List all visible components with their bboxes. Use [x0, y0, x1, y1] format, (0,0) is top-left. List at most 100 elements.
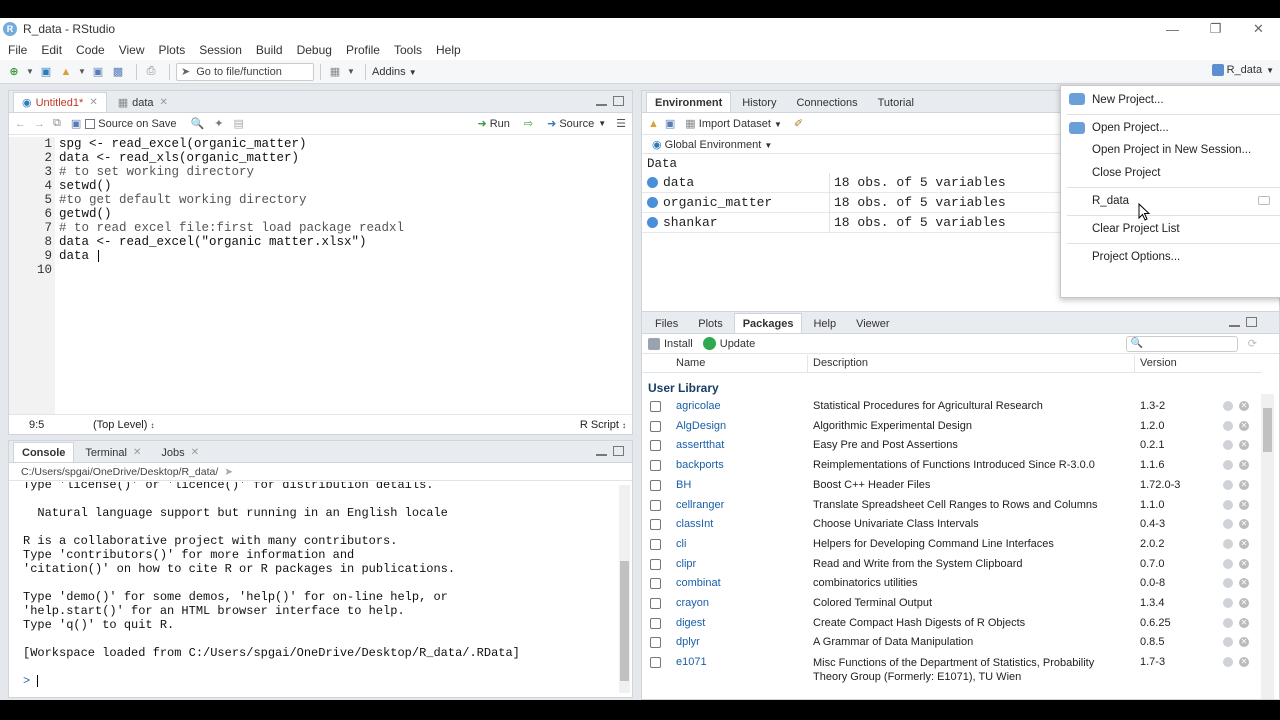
project-menu-button[interactable]: R_data ▼ — [1211, 64, 1274, 76]
menu-build[interactable]: Build — [256, 43, 283, 57]
package-load-checkbox[interactable] — [650, 440, 661, 452]
website-icon[interactable] — [1223, 598, 1233, 608]
website-icon[interactable] — [1223, 558, 1233, 569]
menu-help[interactable]: Help — [436, 43, 461, 57]
tab-viewer[interactable]: Viewer — [847, 313, 898, 333]
forward-arrow-icon[interactable]: → — [34, 118, 45, 130]
expand-icon[interactable] — [647, 177, 658, 188]
run-button[interactable]: ➜ Run — [478, 117, 510, 131]
menu-debug[interactable]: Debug — [297, 43, 332, 57]
new-project-icon[interactable]: ▣ — [38, 64, 54, 80]
package-load-checkbox[interactable] — [650, 499, 661, 511]
document-outline-icon[interactable]: ☰ — [616, 117, 626, 130]
dropdown-arrow-icon[interactable]: ▼ — [78, 64, 86, 80]
remove-package-icon[interactable]: ✕ — [1239, 558, 1249, 569]
load-workspace-icon[interactable]: ▲ — [648, 118, 659, 130]
expand-icon[interactable] — [647, 197, 658, 208]
remove-package-icon[interactable]: ✕ — [1239, 440, 1249, 451]
show-in-window-icon[interactable]: ⧉ — [53, 117, 61, 130]
save-icon[interactable]: ▣ — [90, 64, 106, 80]
menu-item-close-project[interactable]: Close Project — [1092, 167, 1160, 179]
menu-code[interactable]: Code — [76, 43, 105, 57]
menu-item-open-project-new-session[interactable]: Open Project in New Session... — [1092, 144, 1251, 156]
tab-plots[interactable]: Plots — [689, 313, 731, 333]
menu-tools[interactable]: Tools — [394, 43, 422, 57]
working-directory-path[interactable]: C:/Users/spgai/OneDrive/Desktop/R_data/ … — [9, 463, 632, 481]
console-output[interactable]: Type 'license()' or 'licence()' for dist… — [9, 482, 618, 697]
save-icon[interactable]: ▣ — [71, 117, 81, 130]
tab-terminal[interactable]: Terminal ✕ — [76, 442, 150, 462]
packages-scrollbar-thumb[interactable] — [1263, 408, 1272, 452]
remove-package-icon[interactable]: ✕ — [1239, 617, 1249, 628]
tab-connections[interactable]: Connections — [787, 92, 866, 112]
website-icon[interactable] — [1223, 420, 1233, 431]
compile-report-icon[interactable]: ▤ — [233, 117, 243, 130]
code-editor[interactable]: 1 spg <- read_excel(organic_matter) 2 data… — [9, 137, 632, 414]
maximize-pane-icon[interactable] — [1246, 317, 1257, 327]
remove-package-icon[interactable]: ✕ — [1239, 578, 1249, 589]
menu-file[interactable]: File — [8, 43, 27, 57]
menu-view[interactable]: View — [119, 43, 145, 57]
tab-data[interactable]: ▦ data ✕ — [109, 92, 177, 112]
new-file-icon[interactable]: ⊕ — [6, 64, 22, 80]
website-icon[interactable] — [1223, 460, 1233, 471]
menu-item-open-project[interactable]: Open Project... — [1092, 122, 1169, 134]
package-load-checkbox[interactable] — [650, 460, 661, 472]
open-in-new-window-icon[interactable] — [1258, 196, 1270, 205]
package-load-checkbox[interactable] — [650, 578, 661, 590]
source-button[interactable]: ➜ Source ▼ — [547, 117, 606, 131]
minimize-pane-icon[interactable] — [596, 452, 607, 456]
search-icon[interactable]: 🔍 — [191, 117, 205, 130]
tab-files[interactable]: Files — [646, 313, 687, 333]
package-load-checkbox[interactable] — [650, 598, 661, 609]
refresh-icon[interactable]: ⟳ — [1248, 337, 1257, 350]
website-icon[interactable] — [1223, 499, 1233, 510]
remove-package-icon[interactable]: ✕ — [1239, 637, 1249, 648]
tab-packages[interactable]: Packages — [733, 313, 803, 333]
website-icon[interactable] — [1223, 401, 1233, 411]
menu-edit[interactable]: Edit — [41, 43, 62, 57]
package-search-input[interactable]: 🔍 — [1125, 335, 1238, 352]
menu-item-new-project[interactable]: New Project... — [1092, 94, 1164, 106]
remove-package-icon[interactable]: ✕ — [1239, 460, 1249, 471]
package-load-checkbox[interactable] — [650, 637, 661, 649]
close-window-icon[interactable]: ✕ — [1237, 18, 1280, 40]
website-icon[interactable] — [1223, 657, 1233, 668]
minimize-pane-icon[interactable] — [1229, 323, 1240, 327]
menu-plots[interactable]: Plots — [159, 43, 186, 57]
dropdown-arrow-icon[interactable]: ▼ — [347, 64, 355, 80]
minimize-window-icon[interactable]: — — [1151, 18, 1194, 40]
minimize-pane-icon[interactable] — [596, 102, 607, 106]
close-tab-icon[interactable]: ✕ — [133, 447, 141, 458]
remove-package-icon[interactable]: ✕ — [1239, 598, 1249, 608]
package-load-checkbox[interactable] — [650, 401, 661, 412]
open-file-icon[interactable]: ▲ — [58, 64, 74, 80]
save-all-icon[interactable]: ▩ — [110, 64, 126, 80]
tab-environment[interactable]: Environment — [646, 92, 732, 112]
website-icon[interactable] — [1223, 617, 1233, 628]
website-icon[interactable] — [1223, 578, 1233, 589]
code-tools-wand-icon[interactable]: ✦ — [214, 117, 223, 130]
packages-scrollbar[interactable] — [1261, 394, 1274, 699]
back-arrow-icon[interactable]: ← — [15, 118, 26, 130]
close-tab-icon[interactable]: ✕ — [191, 447, 199, 458]
website-icon[interactable] — [1223, 440, 1233, 451]
print-icon[interactable]: ⎙ — [143, 64, 159, 80]
remove-package-icon[interactable]: ✕ — [1239, 538, 1249, 549]
remove-package-icon[interactable]: ✕ — [1239, 420, 1249, 431]
remove-package-icon[interactable]: ✕ — [1239, 401, 1249, 411]
expand-icon[interactable] — [647, 217, 658, 228]
grid-layout-icon[interactable]: ▦ — [327, 64, 343, 80]
tab-tutorial[interactable]: Tutorial — [869, 92, 923, 112]
package-load-checkbox[interactable] — [650, 617, 661, 629]
menu-session[interactable]: Session — [199, 43, 242, 57]
tab-untitled1[interactable]: ◉ Untitled1* ✕ — [13, 92, 107, 112]
maximize-pane-icon[interactable] — [613, 446, 624, 456]
website-icon[interactable] — [1223, 538, 1233, 549]
package-load-checkbox[interactable] — [650, 519, 661, 531]
tab-help[interactable]: Help — [804, 313, 845, 333]
source-on-save-checkbox[interactable] — [85, 118, 96, 129]
file-type-selector[interactable]: R Script ↕ — [580, 419, 626, 431]
console-scrollbar[interactable] — [619, 485, 630, 693]
close-tab-icon[interactable]: ✕ — [89, 97, 97, 108]
